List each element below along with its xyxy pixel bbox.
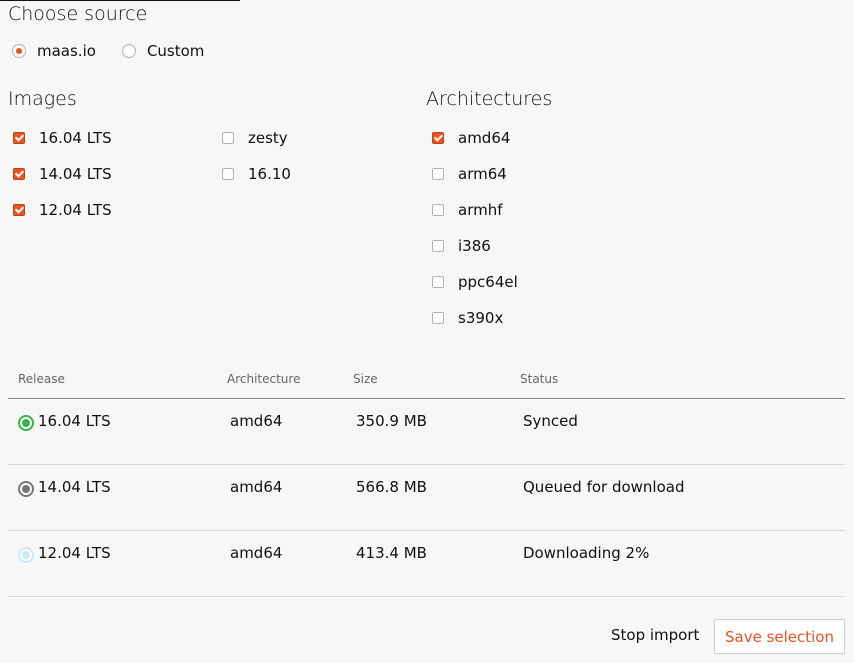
checkbox-label: 16.10 (248, 165, 291, 183)
table-row: 12.04 LTS amd64 413.4 MB Downloading 2% (8, 531, 845, 597)
column-header-size: Size (353, 372, 378, 386)
status-cell: Downloading 2% (523, 544, 650, 562)
checkbox-unchecked-icon[interactable] (432, 168, 444, 180)
checkbox-label: armhf (458, 201, 503, 219)
checkbox-label: 12.04 LTS (39, 201, 112, 219)
radio-selected-icon[interactable] (12, 44, 26, 58)
release-cell: 16.04 LTS (38, 412, 111, 430)
status-cell: Synced (523, 412, 578, 430)
checkbox-unchecked-icon[interactable] (432, 276, 444, 288)
choose-source-title: Choose source (8, 3, 148, 25)
synced-icon (18, 415, 34, 431)
image-checkbox-zesty[interactable]: zesty (222, 129, 288, 147)
queued-icon (18, 481, 34, 497)
architecture-cell: amd64 (230, 412, 283, 430)
architecture-cell: amd64 (230, 478, 283, 496)
radio-maas-io[interactable]: maas.io (12, 42, 96, 60)
radio-label: maas.io (37, 42, 96, 60)
checkbox-label: arm64 (458, 165, 507, 183)
architecture-cell: amd64 (230, 544, 283, 562)
image-checkbox-14-04[interactable]: 14.04 LTS (13, 165, 112, 183)
arch-checkbox-amd64[interactable]: amd64 (432, 129, 510, 147)
top-divider (0, 0, 240, 1)
downloading-icon (18, 547, 34, 563)
column-header-architecture: Architecture (227, 372, 301, 386)
arch-checkbox-arm64[interactable]: arm64 (432, 165, 507, 183)
checkbox-unchecked-icon[interactable] (222, 132, 234, 144)
architectures-title: Architectures (426, 88, 553, 110)
radio-custom[interactable]: Custom (121, 42, 205, 60)
checkbox-checked-icon[interactable] (13, 204, 25, 216)
checkbox-label: i386 (458, 237, 491, 255)
arch-checkbox-ppc64el[interactable]: ppc64el (432, 273, 518, 291)
checkbox-label: s390x (458, 309, 504, 327)
column-header-release: Release (18, 372, 65, 386)
checkbox-label: zesty (248, 129, 288, 147)
save-selection-button[interactable]: Save selection (714, 619, 845, 654)
checkbox-label: ppc64el (458, 273, 518, 291)
checkbox-unchecked-icon[interactable] (222, 168, 234, 180)
checkbox-checked-icon[interactable] (13, 168, 25, 180)
image-checkbox-16-04[interactable]: 16.04 LTS (13, 129, 112, 147)
column-header-status: Status (520, 372, 559, 386)
images-title: Images (8, 88, 77, 110)
stop-import-button[interactable]: Stop import (611, 626, 699, 644)
arch-checkbox-armhf[interactable]: armhf (432, 201, 503, 219)
image-checkbox-16-10[interactable]: 16.10 (222, 165, 291, 183)
table-row: 14.04 LTS amd64 566.8 MB Queued for down… (8, 465, 845, 531)
size-cell: 413.4 MB (356, 544, 427, 562)
checkbox-label: 14.04 LTS (39, 165, 112, 183)
table-row: 16.04 LTS amd64 350.9 MB Synced (8, 399, 845, 465)
arch-checkbox-s390x[interactable]: s390x (432, 309, 503, 327)
checkbox-checked-icon[interactable] (432, 132, 444, 144)
radio-label: Custom (146, 42, 205, 60)
checkbox-unchecked-icon[interactable] (432, 312, 444, 324)
size-cell: 566.8 MB (356, 478, 427, 496)
source-radio-group: maas.io Custom (12, 42, 230, 60)
checkbox-checked-icon[interactable] (13, 132, 25, 144)
checkbox-unchecked-icon[interactable] (432, 204, 444, 216)
radio-unselected-icon[interactable] (121, 44, 136, 58)
release-cell: 12.04 LTS (38, 544, 111, 562)
release-cell: 14.04 LTS (38, 478, 111, 496)
image-checkbox-12-04[interactable]: 12.04 LTS (13, 201, 112, 219)
checkbox-label: 16.04 LTS (39, 129, 112, 147)
checkbox-unchecked-icon[interactable] (432, 240, 444, 252)
size-cell: 350.9 MB (356, 412, 427, 430)
arch-checkbox-i386[interactable]: i386 (432, 237, 491, 255)
checkbox-label: amd64 (458, 129, 511, 147)
status-cell: Queued for download (523, 478, 685, 496)
